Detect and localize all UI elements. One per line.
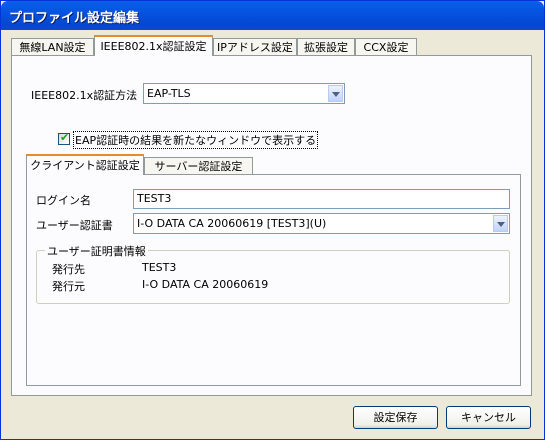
login-name-label: ログイン名 — [36, 194, 91, 207]
subtab-client-auth[interactable]: クライアント認証設定 — [26, 154, 144, 175]
tab-panel-ieee8021x: IEEE802.1x認証方法 EAP-TLS EAP認証時の結果を新たなウィンド… — [11, 55, 532, 396]
user-cert-value: I-O DATA CA 20060619 [TEST3](U) — [137, 217, 327, 230]
tab-wireless-lan[interactable]: 無線LAN設定 — [11, 38, 94, 55]
auth-method-value: EAP-TLS — [147, 87, 191, 100]
show-result-checkbox-label[interactable]: EAP認証時の結果を新たなウィンドウで表示する — [73, 131, 319, 149]
save-settings-button[interactable]: 設定保存 — [353, 406, 438, 429]
chevron-down-icon[interactable] — [493, 215, 508, 232]
cert-info-legend: ユーザー証明書情報 — [45, 243, 148, 259]
user-cert-select[interactable]: I-O DATA CA 20060619 [TEST3](U) — [133, 213, 510, 234]
subtab-server-auth[interactable]: サーバー認証設定 — [144, 157, 253, 174]
chevron-down-icon[interactable] — [328, 85, 343, 102]
cert-info-group: ユーザー証明書情報 発行先 TEST3 発行元 I-O DATA CA 2006… — [36, 243, 510, 304]
tab-ip-address[interactable]: IPアドレス設定 — [213, 38, 297, 55]
tab-ccx[interactable]: CCX設定 — [355, 38, 417, 55]
title-bar[interactable]: プロファイル設定編集 — [1, 1, 544, 30]
auth-method-select[interactable]: EAP-TLS — [143, 83, 345, 104]
login-name-input[interactable]: TEST3 — [133, 189, 510, 209]
profile-settings-window: プロファイル設定編集 無線LAN設定 IEEE802.1x認証設定 IPアドレス… — [0, 0, 545, 440]
window-title: プロファイル設定編集 — [9, 11, 140, 26]
show-result-checkbox[interactable] — [58, 131, 70, 145]
cancel-button[interactable]: キャンセル — [446, 406, 531, 429]
tab-ieee8021x[interactable]: IEEE802.1x認証設定 — [94, 35, 213, 56]
tab-extended[interactable]: 拡張設定 — [297, 38, 355, 55]
issued-to-label: 発行先 — [52, 263, 85, 276]
issued-to-value: TEST3 — [142, 261, 177, 274]
subtab-panel-client-auth: ログイン名 TEST3 ユーザー認証書 I-O DATA CA 20060619… — [26, 174, 521, 386]
issued-by-label: 発行元 — [52, 280, 85, 293]
auth-method-label: IEEE802.1x認証方法 — [31, 89, 138, 102]
issued-by-value: I-O DATA CA 20060619 — [142, 278, 269, 291]
user-cert-label: ユーザー認証書 — [36, 219, 113, 232]
